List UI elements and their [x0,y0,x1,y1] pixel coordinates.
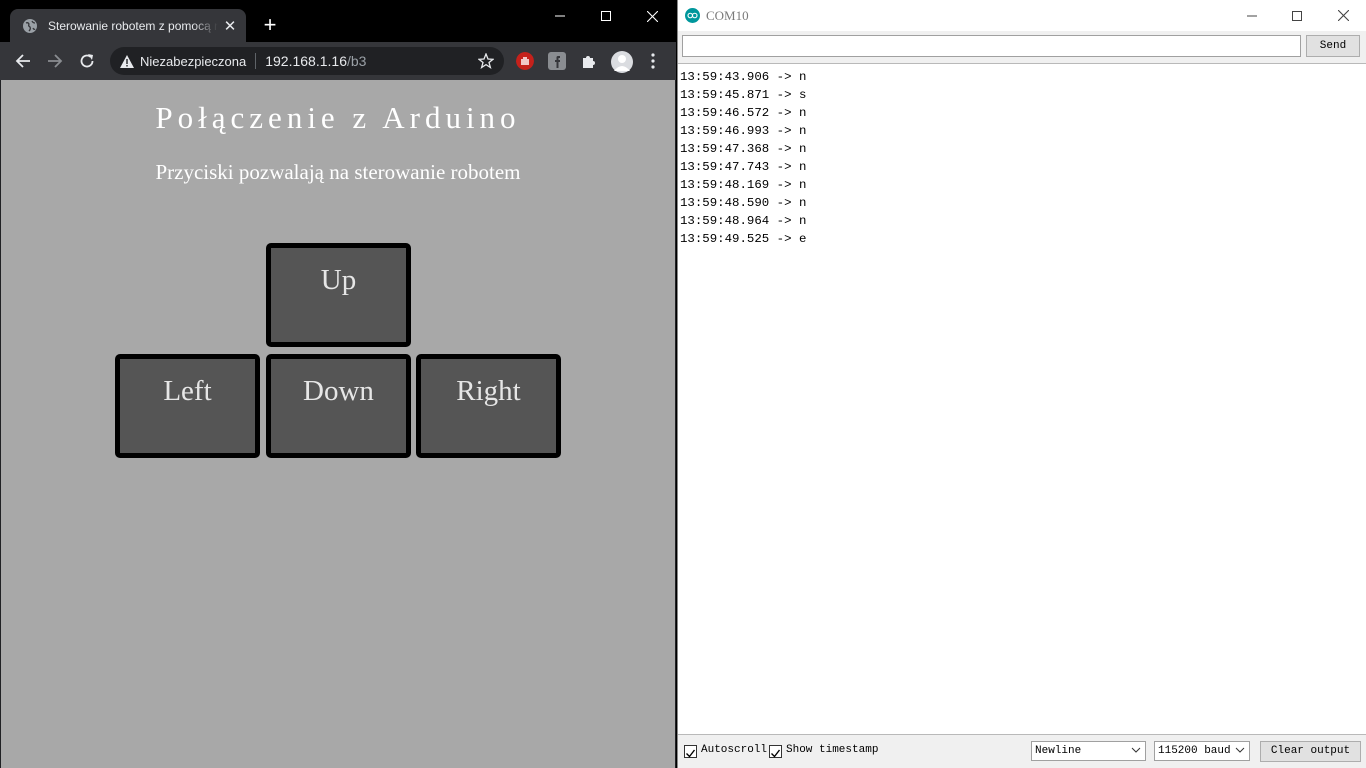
autoscroll-label: Autoscroll [701,744,768,756]
chevron-down-icon [1131,747,1141,753]
maximize-icon [601,11,611,21]
maximize-icon [1292,10,1302,21]
log-line: 13:59:46.572 -> n [680,106,807,120]
browser-tab[interactable]: Sterowanie robotem z pomocą mikrokontrol… [10,9,246,42]
baud-rate-select[interactable]: 115200 baud [1154,741,1250,761]
person-icon [614,55,630,71]
close-icon [646,10,658,22]
warning-icon [120,54,134,68]
serial-output[interactable]: 13:59:43.906 -> n 13:59:45.871 -> s 13:59:… [678,63,1366,735]
serial-close-button[interactable] [1320,0,1366,31]
bookmark-star-icon[interactable] [478,53,494,69]
page-description: Przyciski pozwalają na sterowanie robote… [155,160,521,184]
forward-button[interactable] [43,49,67,73]
minimize-button[interactable] [537,0,583,32]
new-tab-button[interactable]: + [258,13,282,37]
serial-maximize-button[interactable] [1274,0,1320,31]
log-line: 13:59:48.964 -> n [680,214,807,228]
close-window-button[interactable] [629,0,675,32]
menu-dots-icon[interactable] [645,52,661,70]
arduino-logo-icon [685,8,700,23]
back-button[interactable] [11,49,35,73]
chevron-down-icon [1235,747,1245,753]
minimize-icon [1247,15,1257,16]
globe-icon [23,18,37,33]
tab-title: Sterowanie robotem z pomocą mikrokontrol… [48,18,218,33]
log-line: 13:59:45.871 -> s [680,88,807,102]
up-button[interactable]: Up [266,243,411,347]
extensions-puzzle-icon[interactable] [580,52,598,70]
arrow-left-icon [15,54,30,68]
serial-title: COM10 [706,8,749,23]
checkmark-icon [686,749,696,758]
clear-output-button[interactable]: Clear output [1260,741,1361,762]
log-line: 13:59:47.743 -> n [680,160,807,174]
browser-titlebar: Sterowanie robotem z pomocą mikrokontrol… [0,0,676,42]
divider [255,53,257,69]
log-line: 13:59:49.525 -> e [680,232,807,246]
left-button[interactable]: Left [115,354,260,458]
down-button[interactable]: Down [266,354,411,458]
serial-minimize-button[interactable] [1229,0,1275,31]
baud-rate-value: 115200 baud [1158,745,1231,757]
line-ending-value: Newline [1035,745,1082,757]
show-timestamp-checkbox[interactable] [769,745,782,758]
maximize-button[interactable] [583,0,629,32]
reload-icon [80,54,94,68]
arrow-right-icon [48,54,63,68]
adblock-icon[interactable] [516,52,534,70]
send-button[interactable]: Send [1306,35,1360,57]
serial-bottom-bar: Autoscroll Show timestamp Newline 115200… [678,738,1366,766]
browser-window: Sterowanie robotem z pomocą mikrokontrol… [0,0,676,768]
log-line: 13:59:43.906 -> n [680,70,807,84]
tab-close-icon[interactable]: ✕ [222,18,238,35]
serial-monitor-window: COM10 Send 13:59:43.906 -> n 13:59:45.871… [677,0,1366,768]
right-button[interactable]: Right [416,354,561,458]
serial-titlebar: COM10 [678,0,1366,31]
url-path: /b3 [346,53,367,69]
url-host: 192.168.1.16 [265,53,347,69]
security-label[interactable]: Niezabezpieczona [140,54,246,69]
web-page: Połączenie z Arduino Przyciski pozwalają… [1,80,675,768]
log-line: 13:59:46.993 -> n [680,124,807,138]
address-bar[interactable]: Niezabezpieczona 192.168.1.16/b3 [110,47,504,75]
log-line: 13:59:47.368 -> n [680,142,807,156]
facebook-extension-icon[interactable] [548,52,566,70]
log-line: 13:59:48.590 -> n [680,196,807,210]
browser-toolbar: Niezabezpieczona 192.168.1.16/b3 [0,42,676,80]
show-timestamp-label: Show timestamp [786,744,879,756]
log-line: 13:59:48.169 -> n [680,178,807,192]
line-ending-select[interactable]: Newline [1031,741,1146,761]
minimize-icon [555,15,565,17]
checkmark-icon [771,749,781,758]
serial-send-input[interactable] [682,35,1301,57]
page-title: Połączenie z Arduino [155,100,521,135]
autoscroll-checkbox[interactable] [684,745,697,758]
close-icon [1337,10,1349,21]
profile-avatar[interactable] [611,51,633,73]
reload-button[interactable] [75,49,99,73]
